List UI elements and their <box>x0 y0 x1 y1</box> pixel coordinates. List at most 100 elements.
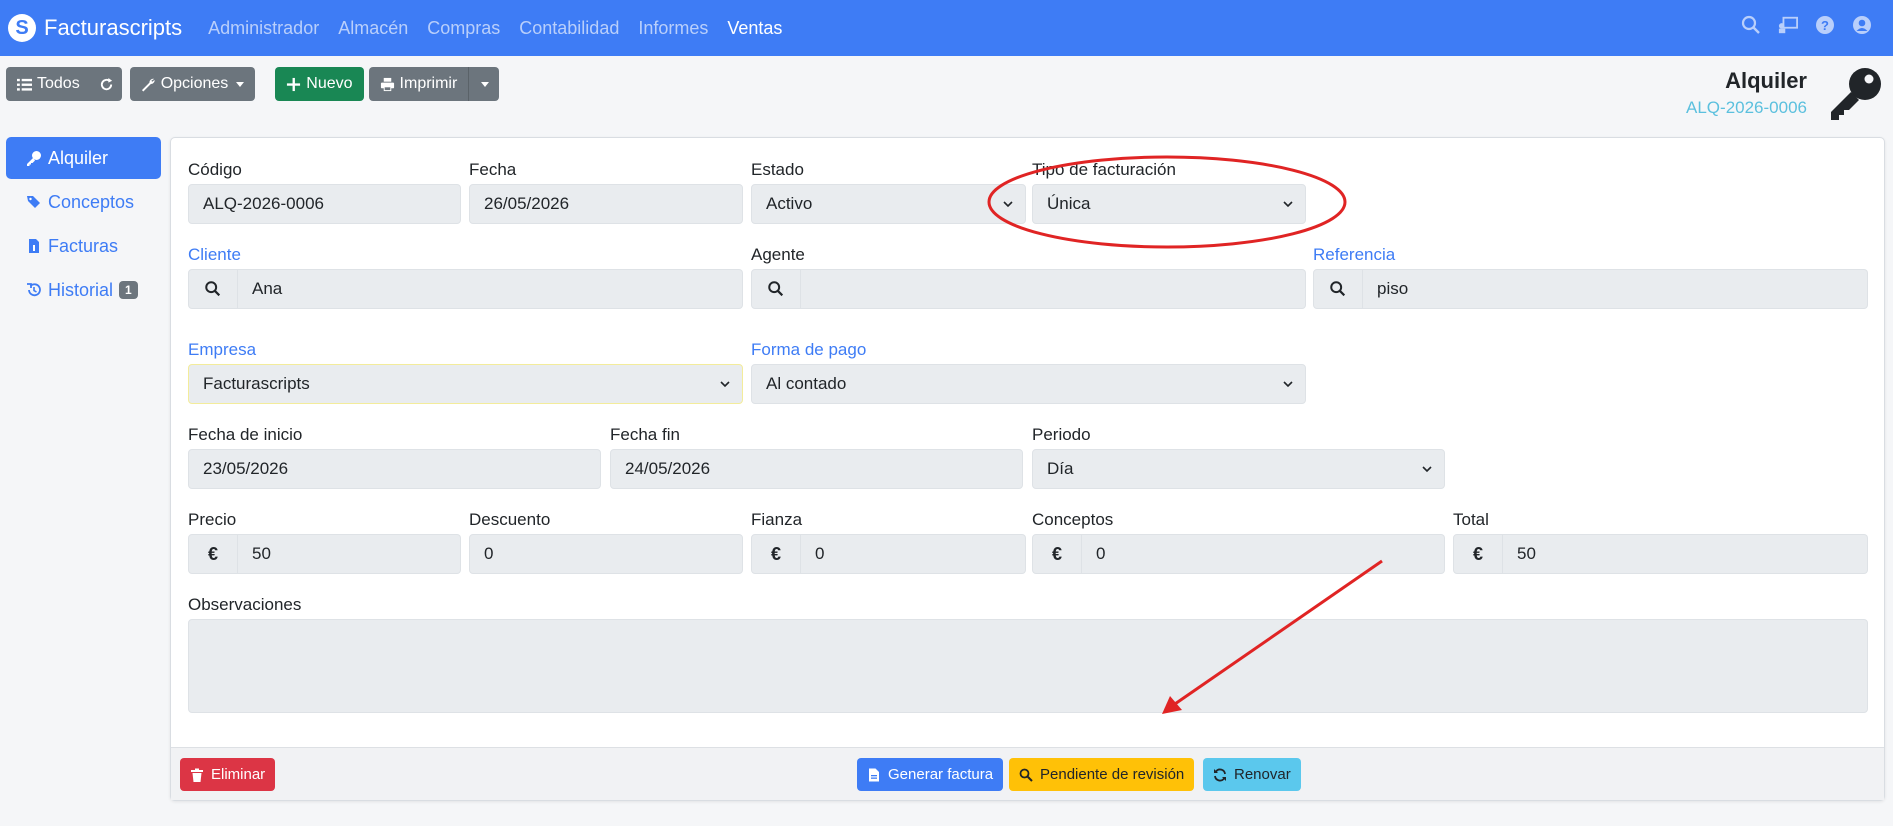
fecha-input[interactable]: 26/05/2026 <box>469 184 743 224</box>
euro-icon: € <box>1453 534 1503 574</box>
codigo-input[interactable]: ALQ-2026-0006 <box>188 184 461 224</box>
sidebar-item-alquiler[interactable]: Alquiler <box>6 137 161 179</box>
euro-icon: € <box>1032 534 1082 574</box>
help-icon[interactable]: ? <box>1814 14 1836 36</box>
opciones-label: Opciones <box>160 75 229 92</box>
plus-icon <box>287 77 301 91</box>
empresa-select[interactable]: Facturascripts <box>188 364 743 404</box>
search-icon <box>1019 768 1033 782</box>
tags-icon <box>27 196 40 208</box>
referencia-input[interactable]: piso <box>1363 269 1868 309</box>
renovar-button[interactable]: Renovar <box>1203 758 1301 791</box>
descuento-input[interactable]: 0 <box>469 534 743 574</box>
empresa-label[interactable]: Empresa <box>188 338 743 362</box>
user-icon[interactable] <box>1851 14 1873 36</box>
sidebar-item-label: Conceptos <box>48 191 135 212</box>
card-footer: Eliminar Generar factura Pendiente de re… <box>171 747 1884 800</box>
agente-input[interactable] <box>801 269 1306 309</box>
svg-text:?: ? <box>1821 18 1829 33</box>
page-header: Alquiler ALQ-2026-0006 <box>1686 68 1807 118</box>
tipo-facturacion-label: Tipo de facturación <box>1032 160 1176 179</box>
cliente-search-button[interactable] <box>188 269 238 309</box>
imprimir-dropdown-toggle[interactable] <box>469 67 500 101</box>
sidebar-item-conceptos[interactable]: Conceptos <box>6 181 161 223</box>
imprimir-label: Imprimir <box>399 75 458 92</box>
menu-administrador[interactable]: Administrador <box>208 18 319 39</box>
menu-informes[interactable]: Informes <box>638 18 708 39</box>
total-input[interactable]: 50 <box>1503 534 1868 574</box>
fecha-fin-input[interactable]: 24/05/2026 <box>610 449 1023 489</box>
pendiente-revision-label: Pendiente de revisión <box>1040 766 1185 783</box>
caret-down-icon <box>481 81 490 87</box>
fianza-input[interactable]: 0 <box>801 534 1026 574</box>
brand[interactable]: S Facturascripts <box>8 14 182 42</box>
observaciones-textarea[interactable] <box>188 619 1868 713</box>
estado-label: Estado <box>751 160 804 179</box>
empresa-field: Empresa Facturascripts <box>188 338 743 404</box>
precio-input[interactable]: 50 <box>238 534 461 574</box>
renovar-label: Renovar <box>1234 766 1291 783</box>
nuevo-button[interactable]: Nuevo <box>275 67 364 101</box>
referencia-label[interactable]: Referencia <box>1313 243 1868 267</box>
agente-search-button[interactable] <box>751 269 801 309</box>
search-icon <box>1330 281 1346 297</box>
key-icon <box>27 151 41 166</box>
todos-button[interactable]: Todos <box>6 67 91 101</box>
estado-value: Activo <box>766 194 813 213</box>
sidebar-item-label: Historial <box>48 279 114 300</box>
eliminar-button[interactable]: Eliminar <box>180 758 276 791</box>
nuevo-label: Nuevo <box>306 75 353 92</box>
agente-field: Agente <box>751 243 1306 309</box>
fecha-field: Fecha 26/05/2026 <box>469 158 743 224</box>
tipo-facturacion-value: Única <box>1047 194 1091 213</box>
search-icon <box>205 281 221 297</box>
agente-label: Agente <box>751 245 805 264</box>
wrench-icon <box>141 78 155 92</box>
chevron-down-icon <box>1003 201 1013 208</box>
sync-icon <box>1214 768 1226 781</box>
history-count-badge: 1 <box>119 281 138 299</box>
referencia-search-button[interactable] <box>1313 269 1363 309</box>
menu-ventas[interactable]: Ventas <box>727 18 782 39</box>
fecha-label: Fecha <box>469 160 517 179</box>
fecha-inicio-input[interactable]: 23/05/2026 <box>188 449 601 489</box>
forma-pago-label[interactable]: Forma de pago <box>751 338 1306 362</box>
imprimir-button[interactable]: Imprimir <box>368 67 469 101</box>
forma-pago-select[interactable]: Al contado <box>751 364 1306 404</box>
rental-form-card: Código ALQ-2026-0006 Fecha 26/05/2026 Es… <box>170 137 1885 801</box>
conceptos-input[interactable]: 0 <box>1082 534 1445 574</box>
forma-pago-value: Al contado <box>766 374 847 393</box>
periodo-select[interactable]: Día <box>1032 449 1445 489</box>
codigo-label: Código <box>188 160 242 179</box>
fecha-inicio-field: Fecha de inicio 23/05/2026 <box>188 423 601 489</box>
opciones-button[interactable]: Opciones <box>129 67 256 101</box>
search-icon[interactable] <box>1740 14 1762 36</box>
cliente-label[interactable]: Cliente <box>188 243 743 267</box>
presentation-icon[interactable] <box>1777 14 1799 36</box>
forma-pago-field: Forma de pago Al contado <box>751 338 1306 404</box>
page-title: Alquiler <box>1725 68 1807 93</box>
tipo-facturacion-select[interactable]: Única <box>1032 184 1306 224</box>
pendiente-revision-button[interactable]: Pendiente de revisión <box>1009 758 1195 791</box>
euro-icon: € <box>751 534 801 574</box>
periodo-field: Periodo Día <box>1032 423 1445 489</box>
refresh-button[interactable] <box>90 67 122 101</box>
generar-factura-button[interactable]: Generar factura <box>857 758 1004 791</box>
brand-name: Facturascripts <box>44 15 183 40</box>
conceptos-field: Conceptos € 0 <box>1032 508 1445 574</box>
search-icon <box>768 281 784 297</box>
brand-logo-icon: S <box>8 14 36 42</box>
precio-label: Precio <box>188 510 237 529</box>
fecha-fin-field: Fecha fin 24/05/2026 <box>610 423 1023 489</box>
sidebar-item-facturas[interactable]: Facturas <box>6 225 161 267</box>
cliente-input[interactable]: Ana <box>238 269 743 309</box>
estado-select[interactable]: Activo <box>751 184 1026 224</box>
chevron-down-icon <box>1422 466 1432 473</box>
menu-almacen[interactable]: Almacén <box>338 18 408 39</box>
main-menu: Administrador Almacén Compras Contabilid… <box>208 18 801 39</box>
total-field: Total € 50 <box>1453 508 1868 574</box>
fianza-field: Fianza € 0 <box>751 508 1026 574</box>
sidebar-item-historial[interactable]: Historial 1 <box>6 269 161 311</box>
menu-contabilidad[interactable]: Contabilidad <box>519 18 619 39</box>
menu-compras[interactable]: Compras <box>427 18 500 39</box>
